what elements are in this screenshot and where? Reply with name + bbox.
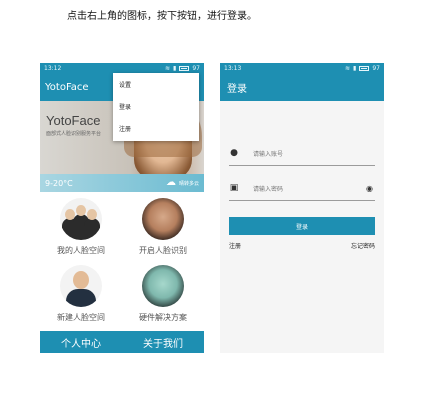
battery-level: 97 bbox=[372, 64, 380, 72]
tile-hardware-solutions[interactable]: 硬件解决方案 bbox=[122, 259, 204, 326]
tile-start-recognition[interactable]: 开启人脸识别 bbox=[122, 192, 204, 259]
wifi-icon: ≋ bbox=[345, 64, 351, 72]
nav-about-us[interactable]: 关于我们 bbox=[122, 331, 204, 353]
overflow-menu: 设置 登录 注册 bbox=[113, 73, 199, 141]
password-field[interactable]: ▣ 请输入密码 ◉ bbox=[229, 176, 375, 201]
face-hardware-icon bbox=[142, 265, 184, 307]
tile-label: 我的人脸空间 bbox=[57, 246, 105, 255]
username-placeholder: 请输入账号 bbox=[253, 150, 284, 158]
login-button[interactable]: 登录 bbox=[229, 217, 375, 235]
lock-icon: ▣ bbox=[229, 183, 239, 193]
weather-strip: 9-20°C ☁ 晴转多云 bbox=[40, 174, 204, 192]
register-link[interactable]: 注册 bbox=[229, 241, 241, 250]
menu-item-register[interactable]: 注册 bbox=[113, 117, 199, 139]
page-title: 登录 bbox=[227, 83, 247, 95]
app-title: YotoFace bbox=[45, 81, 89, 93]
instruction-text: 点击右上角的图标，按下按钮，进行登录。 bbox=[67, 11, 257, 22]
wifi-icon: ≋ bbox=[165, 64, 171, 72]
menu-item-settings[interactable]: 设置 bbox=[113, 73, 199, 95]
banner-subtitle: 面部式人脸识别服务平台 bbox=[46, 131, 102, 137]
battery-icon bbox=[179, 65, 190, 71]
tile-new-face-space[interactable]: 新建人脸空间 bbox=[40, 259, 122, 326]
battery-icon bbox=[359, 65, 370, 71]
face-scan-icon bbox=[142, 198, 184, 240]
login-screen: 13:13 ≋ ▮ 97 登录 ● 请输入账号 ▣ 请输入密码 ◉ 登录 注册 … bbox=[220, 63, 384, 353]
tile-label: 硬件解决方案 bbox=[139, 313, 187, 322]
tile-label: 开启人脸识别 bbox=[139, 246, 187, 255]
menu-item-login[interactable]: 登录 bbox=[113, 95, 199, 117]
battery-level: 97 bbox=[192, 64, 200, 72]
group-avatar-icon bbox=[60, 198, 102, 240]
bottom-nav: 个人中心 关于我们 bbox=[40, 331, 204, 353]
signal-icon: ▮ bbox=[173, 64, 177, 72]
weather-desc: 晴转多云 bbox=[178, 180, 199, 187]
app-bar: 登录 bbox=[220, 73, 384, 101]
status-time: 13:12 bbox=[44, 64, 62, 72]
feature-grid: 我的人脸空间 开启人脸识别 新建人脸空间 硬件解决方案 bbox=[40, 192, 204, 326]
status-bar: 13:13 ≋ ▮ 97 bbox=[220, 63, 384, 73]
businessman-avatar-icon bbox=[60, 265, 102, 307]
signal-icon: ▮ bbox=[353, 64, 357, 72]
form-links: 注册 忘记密码 bbox=[220, 235, 384, 250]
user-icon: ● bbox=[230, 148, 238, 158]
status-time: 13:13 bbox=[224, 64, 242, 72]
forgot-password-link[interactable]: 忘记密码 bbox=[351, 241, 375, 250]
cloud-icon: ☁ bbox=[165, 177, 176, 188]
nav-personal-center[interactable]: 个人中心 bbox=[40, 331, 122, 353]
login-form: ● 请输入账号 ▣ 请输入密码 ◉ bbox=[220, 141, 384, 201]
username-field[interactable]: ● 请输入账号 bbox=[229, 141, 375, 166]
tile-label: 新建人脸空间 bbox=[57, 313, 105, 322]
tile-my-face-space[interactable]: 我的人脸空间 bbox=[40, 192, 122, 259]
status-bar: 13:12 ≋ ▮ 97 bbox=[40, 63, 204, 73]
password-placeholder: 请输入密码 bbox=[253, 185, 284, 193]
banner-title: YotoFace bbox=[46, 113, 101, 128]
eye-icon[interactable]: ◉ bbox=[366, 184, 373, 193]
weather-temp: 9-20°C bbox=[45, 178, 73, 188]
